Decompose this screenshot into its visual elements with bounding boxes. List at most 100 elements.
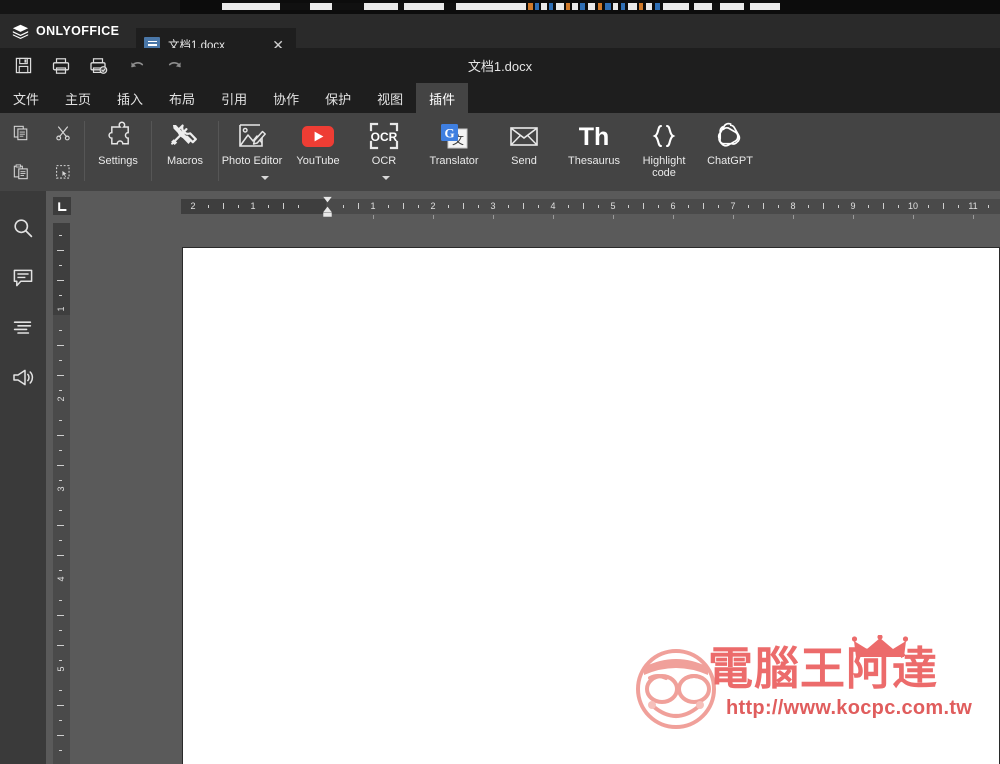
openai-logo-icon [714,119,746,153]
plugin-youtube-label: YouTube [296,155,340,167]
puzzle-icon [102,119,134,153]
chevron-down-icon[interactable] [261,176,269,180]
hruler-label: 11 [968,201,978,211]
left-tab-stop-icon [57,201,66,211]
window-tab-bar: ONLYOFFICE 文档1.docx ✕ [0,14,1000,62]
save-icon [15,57,31,74]
sidebar-item-feedback[interactable] [0,355,46,401]
ocr-icon: OCR [369,119,399,153]
plugin-settings-button[interactable]: Settings [85,113,151,191]
plugin-translator-label: Translator [429,155,479,167]
svg-text:G: G [444,125,454,140]
google-translate-icon: 文 G [439,119,469,153]
paste-icon [13,163,28,179]
select-all-icon [56,164,70,179]
hruler-label: 9 [850,201,856,211]
plugin-send-button[interactable]: Send [491,113,557,191]
plugin-thesaurus-button[interactable]: Th Thesaurus [557,113,631,191]
menu-tab-home[interactable]: 主页 [52,83,104,113]
select-all-button[interactable] [48,158,78,186]
vertical-ruler[interactable]: 1 2 3 4 5 [53,223,70,764]
photo-editor-icon [237,119,267,153]
menu-tab-protection[interactable]: 保护 [312,83,364,113]
sidebar-item-comments[interactable] [0,255,46,301]
cut-button[interactable] [48,119,78,147]
plugin-macros-button[interactable]: Macros [152,113,218,191]
plugin-translator-button[interactable]: 文 G Translator [417,113,491,191]
plugin-buttons: Settings Macros Photo Editor YouTube OCR… [85,113,763,191]
copy-button[interactable] [6,119,36,147]
left-sidebar [0,191,46,764]
braces-icon [646,119,682,153]
print-button[interactable] [46,52,76,80]
hruler-label: 6 [670,201,676,211]
tab-stop-selector[interactable] [53,197,71,215]
menu-tab-insert[interactable]: 插入 [104,83,156,113]
copy-icon [13,125,28,140]
svg-text:OCR: OCR [371,130,398,144]
menu-tab-collaboration[interactable]: 协作 [260,83,312,113]
plugin-macros-label: Macros [166,155,204,167]
menu-tab-view[interactable]: 视图 [364,83,416,113]
vruler-label: 1 [56,306,66,312]
brand: ONLYOFFICE [12,14,119,48]
tab-stop-marks [181,215,1000,220]
background-window-strip [0,0,1000,14]
undo-button[interactable] [122,52,152,80]
search-icon [14,219,33,238]
menu-tab-layout[interactable]: 布局 [156,83,208,113]
background-left-pane [0,0,180,14]
hruler-label: 1 [370,201,376,211]
horizontal-ruler[interactable]: 2 1 1 2 3 4 5 6 7 8 9 10 11 12 13 14 15 [181,199,1000,214]
sidebar-item-navigation[interactable] [0,305,46,351]
quick-access-toolbar [8,48,190,83]
hruler-label: 10 [907,201,919,211]
chevron-down-icon[interactable] [382,176,390,180]
envelope-icon [509,119,539,153]
thesaurus-th-icon: Th [573,119,615,153]
save-button[interactable] [8,52,38,80]
hruler-label: 3 [490,201,496,211]
brand-label: ONLYOFFICE [36,24,120,38]
plugin-highlight-code-button[interactable]: Highlight code [631,113,697,191]
plugins-ribbon: Settings Macros Photo Editor YouTube OCR… [0,113,1000,286]
hruler-label: 2 [430,201,436,211]
plugin-photo-editor-button[interactable]: Photo Editor [219,113,285,191]
menu-tab-plugins[interactable]: 插件 [416,83,469,113]
plugin-chatgpt-button[interactable]: ChatGPT [697,113,763,191]
vruler-label: 4 [56,576,66,582]
sidebar-item-search[interactable] [0,205,46,251]
plugin-youtube-button[interactable]: YouTube [285,113,351,191]
vruler-label: 3 [56,486,66,492]
plugin-settings-label: Settings [98,155,138,167]
quick-print-button[interactable] [84,52,114,80]
hruler-label: 4 [550,201,556,211]
hruler-label: 2 [190,201,196,211]
document-page[interactable] [182,247,1000,764]
paste-button[interactable] [6,158,36,186]
redo-button[interactable] [160,52,190,80]
tools-icon [169,119,201,153]
youtube-icon [301,119,335,153]
plugin-thesaurus-label: Thesaurus [568,155,620,167]
plugin-chatgpt-label: ChatGPT [707,155,753,167]
plugin-highlight-code-label: Highlight code [642,155,686,179]
hruler-label: 7 [730,201,736,211]
redo-icon [168,61,181,67]
clipboard-group [0,113,84,191]
plugin-ocr-button[interactable]: OCR OCR [351,113,417,191]
print-icon [52,57,70,74]
hruler-label: 5 [610,201,616,211]
layers-icon [12,24,29,39]
hruler-label: 1 [250,201,256,211]
menu-tab-references[interactable]: 引用 [208,83,260,113]
onlyoffice-window: ONLYOFFICE 文档1.docx ✕ 文档1.docx 文件 主页 插入 … [0,0,1000,764]
editor-canvas: 2 1 1 2 3 4 5 6 7 8 9 10 11 12 13 14 15 [46,191,1000,764]
megaphone-icon [12,369,33,386]
menu-tab-file[interactable]: 文件 [0,83,52,113]
vruler-label: 5 [56,666,66,672]
quick-print-icon [90,57,108,74]
hruler-label: 8 [790,201,796,211]
svg-text:Th: Th [579,123,610,150]
headings-icon [13,321,32,334]
